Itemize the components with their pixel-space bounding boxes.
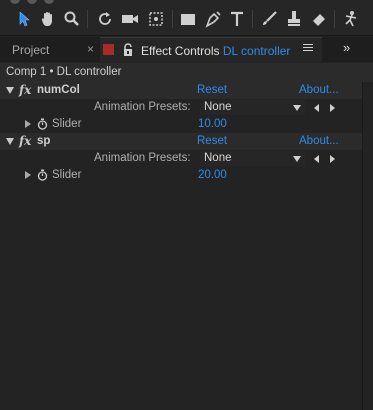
hand-tool-icon[interactable] [37,8,59,30]
rotation-tool-icon[interactable] [94,8,116,30]
clone-stamp-tool-icon[interactable] [283,8,305,30]
zoom-tool-icon[interactable] [61,8,83,30]
next-preset-icon[interactable] [330,104,335,112]
scrollbar[interactable] [362,82,373,410]
previous-preset-icon[interactable] [314,104,319,112]
tools-toolbar [0,0,373,36]
chevron-down-icon [293,156,301,162]
camera-tool-icon[interactable] [119,8,141,30]
reset-button[interactable]: Reset [197,84,227,96]
fx-icon[interactable]: fx [19,83,31,97]
effect-header[interactable]: fx numCol Reset About... [0,82,362,99]
animation-presets-value: None [204,101,232,113]
eraser-tool-icon[interactable] [308,8,330,30]
tab-effect-controls-label: Effect Controls [141,44,220,58]
window-button[interactable] [44,0,54,4]
collapse-triangle-icon[interactable] [6,87,14,94]
panel-tab-bar: Project × Effect Controls DL controller … [0,37,373,62]
slider-param-row: Slider 20.00 [0,167,362,184]
brush-tool-icon[interactable] [258,8,280,30]
window-button[interactable] [27,0,37,4]
expand-triangle-icon[interactable] [25,171,31,179]
tab-project-label: Project [12,42,50,57]
animation-presets-dropdown[interactable]: None [200,100,305,115]
expand-triangle-icon[interactable] [25,120,31,128]
slider-label: Slider [52,169,82,181]
animation-presets-row: Animation Presets: None [0,150,362,167]
window-button[interactable] [10,0,20,4]
effects-list: fx numCol Reset About... Animation Prese… [0,82,362,410]
about-button[interactable]: About... [299,84,339,96]
pen-tool-icon[interactable] [202,8,224,30]
tab-effect-controls-title: Effect Controls DL controller [141,44,290,58]
animation-presets-label: Animation Presets: [94,152,191,164]
stopwatch-icon[interactable] [37,118,48,130]
next-preset-icon[interactable] [330,155,335,163]
about-button[interactable]: About... [299,135,339,147]
puppet-tool-icon[interactable] [339,8,361,30]
layer-color-swatch [103,44,114,55]
rectangle-tool-icon[interactable] [177,8,199,30]
lock-icon[interactable] [122,43,134,57]
animation-presets-label: Animation Presets: [94,101,191,113]
effect-name: numCol [37,84,80,96]
type-tool-icon[interactable] [226,8,248,30]
fx-icon[interactable]: fx [19,134,31,148]
tab-overflow-icon[interactable]: » [343,40,350,55]
previous-preset-icon[interactable] [314,155,319,163]
chevron-down-icon [293,105,301,111]
panel-menu-icon[interactable] [303,44,313,55]
after-effects-window: Project × Effect Controls DL controller … [0,0,373,410]
slider-label: Slider [52,118,82,130]
selection-tool-icon[interactable] [13,8,35,30]
breadcrumb: Comp 1 • DL controller [0,63,373,82]
slider-value[interactable]: 10.00 [198,118,227,130]
slider-param-row: Slider 10.00 [0,116,362,133]
tab-effect-controls-layer: DL controller [222,44,291,58]
animation-presets-value: None [204,152,232,164]
stopwatch-icon[interactable] [37,169,48,181]
toolbar-divider [87,10,88,28]
tab-project[interactable]: Project × [0,37,100,62]
slider-value[interactable]: 20.00 [198,169,227,181]
reset-button[interactable]: Reset [197,135,227,147]
effect-name: sp [37,135,51,147]
animation-presets-row: Animation Presets: None [0,99,362,116]
pan-behind-tool-icon[interactable] [145,8,167,30]
tab-effect-controls[interactable]: Effect Controls DL controller [100,37,322,62]
animation-presets-dropdown[interactable]: None [200,151,305,166]
effect-header[interactable]: fx sp Reset About... [0,133,362,150]
toolbar-divider [334,10,335,28]
close-icon[interactable]: × [87,42,94,56]
collapse-triangle-icon[interactable] [6,138,14,145]
toolbar-divider [252,10,253,28]
toolbar-divider [172,10,173,28]
